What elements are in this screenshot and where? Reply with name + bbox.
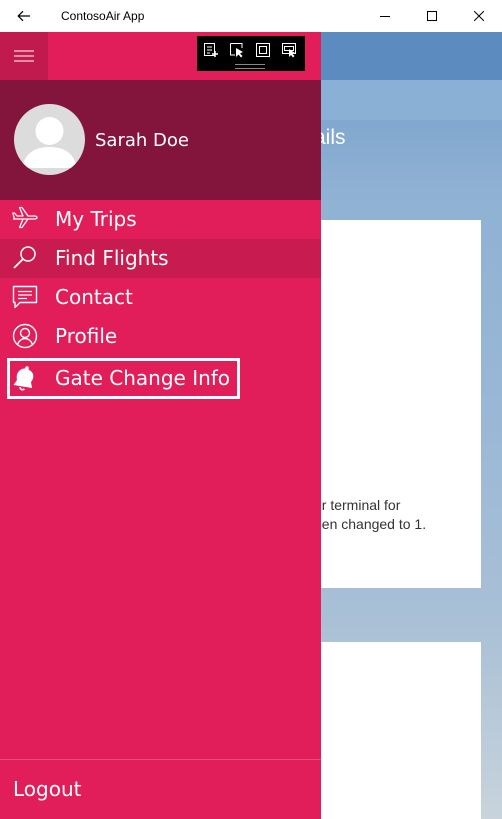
select-element-icon bbox=[230, 43, 243, 58]
bell-icon bbox=[13, 366, 34, 391]
window-title: ContosoAir App bbox=[61, 9, 145, 23]
gate-info-card: ur terminal for een changed to 1. bbox=[294, 220, 481, 588]
hamburger-menu-button[interactable] bbox=[0, 32, 48, 80]
nav-item-contact[interactable]: Contact bbox=[0, 278, 321, 317]
visual-tree-icon bbox=[204, 43, 218, 57]
layout-adorner-tool-button[interactable] bbox=[254, 41, 272, 59]
card-text-line-1: ur terminal for bbox=[314, 497, 401, 513]
nav-item-label: Gate Change Info bbox=[55, 366, 231, 390]
nav-item-my-trips[interactable]: My Trips bbox=[0, 200, 321, 239]
nav-item-label: Find Flights bbox=[55, 246, 169, 270]
hamburger-icon bbox=[14, 50, 34, 62]
navigation-pane: Sarah Doe My Trips Find Flights Contact … bbox=[0, 32, 321, 819]
nav-item-profile[interactable]: Profile bbox=[0, 317, 321, 356]
track-focus-icon bbox=[282, 43, 296, 58]
profile-header: Sarah Doe bbox=[0, 80, 321, 200]
avatar bbox=[14, 104, 85, 175]
close-button[interactable] bbox=[456, 0, 502, 32]
minimize-button[interactable] bbox=[362, 0, 408, 32]
nav-item-gate-change-info[interactable]: Gate Change Info bbox=[0, 358, 321, 399]
minimize-icon bbox=[380, 16, 390, 17]
message-icon bbox=[12, 285, 38, 309]
maximize-icon bbox=[427, 11, 437, 21]
maximize-button[interactable] bbox=[409, 0, 455, 32]
nav-item-label: Contact bbox=[55, 285, 133, 309]
logout-button[interactable]: Logout bbox=[13, 777, 81, 801]
title-bar: ContosoAir App bbox=[0, 0, 502, 32]
second-card bbox=[294, 642, 481, 819]
back-button[interactable] bbox=[0, 0, 48, 32]
nav-item-find-flights[interactable]: Find Flights bbox=[0, 239, 321, 278]
close-icon bbox=[474, 11, 484, 21]
user-name: Sarah Doe bbox=[95, 130, 189, 151]
nav-divider bbox=[0, 759, 321, 760]
layout-adorner-icon bbox=[256, 43, 270, 57]
track-focus-tool-button[interactable] bbox=[280, 41, 298, 59]
search-icon bbox=[13, 246, 36, 269]
user-icon bbox=[12, 323, 38, 349]
card-text-line-2: een changed to 1. bbox=[314, 516, 427, 532]
airplane-icon bbox=[12, 206, 38, 229]
nav-item-label: Profile bbox=[55, 324, 118, 348]
toolbar-drag-handle[interactable] bbox=[235, 64, 265, 69]
debug-toolbar bbox=[197, 36, 305, 71]
nav-item-label: My Trips bbox=[55, 207, 137, 231]
select-element-tool-button[interactable] bbox=[228, 41, 246, 59]
avatar-placeholder-icon bbox=[22, 117, 77, 168]
back-arrow-icon bbox=[17, 10, 30, 22]
visual-tree-tool-button[interactable] bbox=[202, 41, 220, 59]
